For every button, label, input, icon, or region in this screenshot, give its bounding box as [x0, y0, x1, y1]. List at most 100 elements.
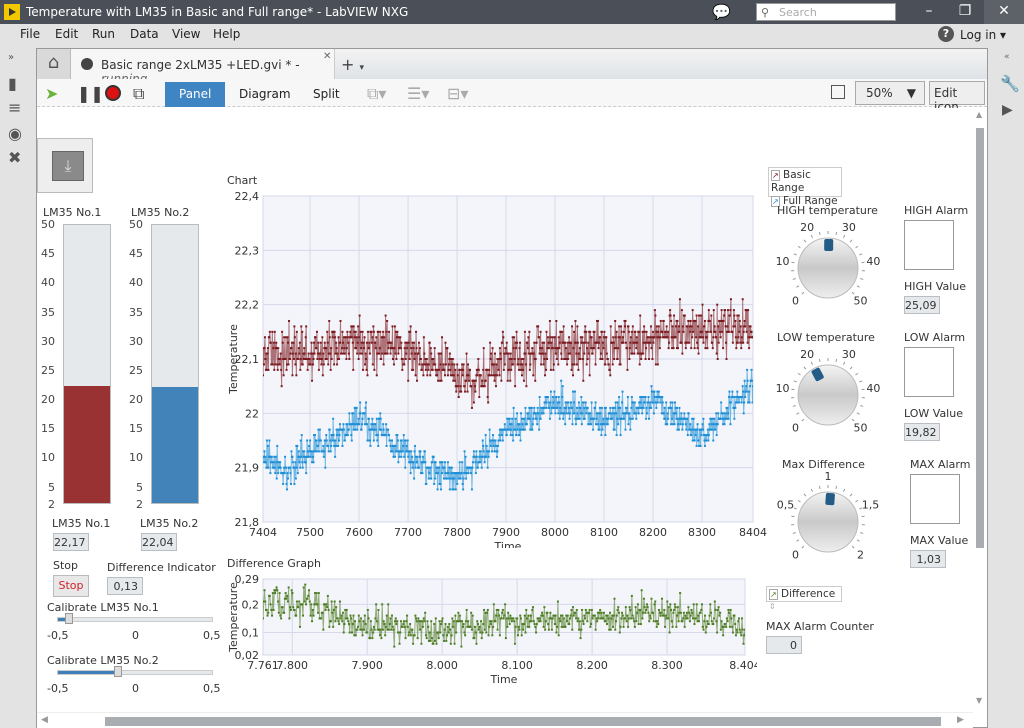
knob-3[interactable]: 00,511,52	[773, 467, 883, 577]
scroll-left-icon[interactable]: ◀	[41, 715, 48, 725]
data-point	[384, 625, 387, 628]
data-point	[615, 347, 618, 350]
menu-file[interactable]: File	[20, 27, 40, 41]
knob-2[interactable]: 01020 304050	[773, 340, 883, 450]
distribute-icon[interactable]: ⊟▾	[447, 84, 468, 103]
data-point	[288, 466, 291, 469]
data-point	[427, 363, 430, 366]
file-icon[interactable]: ▮	[8, 74, 17, 93]
knob-pointer[interactable]	[824, 238, 834, 252]
search-input[interactable]: ⚲ Search	[756, 3, 896, 21]
help-icon[interactable]: ?	[938, 26, 954, 42]
data-point	[628, 347, 631, 350]
vertical-scrollbar[interactable]: ▲ ▼	[973, 108, 987, 712]
collapse-icon[interactable]: «	[1004, 52, 1010, 62]
restore-button[interactable]: ❐	[948, 0, 982, 24]
highlight-execution-button[interactable]: ⧉	[133, 84, 144, 104]
menu-edit[interactable]: Edit	[55, 27, 78, 41]
slider-2-track[interactable]	[57, 670, 213, 675]
data-point	[705, 625, 708, 628]
document-tab[interactable]: Basic range 2xLM35 +LED.gvi * - running …	[71, 49, 335, 86]
data-point	[738, 628, 741, 631]
new-tab-button[interactable]: + ▾	[341, 55, 364, 74]
data-point	[636, 611, 639, 614]
tank-tick-label: 5	[136, 480, 143, 494]
expand-icon[interactable]: »	[8, 52, 14, 63]
data-point	[674, 412, 677, 415]
wrench-icon[interactable]: 🔧	[1000, 74, 1020, 93]
data-point	[279, 461, 282, 464]
data-point	[412, 461, 415, 464]
database-icon[interactable]: ≡	[8, 98, 21, 117]
data-point	[681, 620, 684, 623]
difference-graph[interactable]: 7.7617.8007.9008.0008.1008.2008.3008.404…	[227, 571, 757, 691]
data-point	[369, 637, 372, 640]
login-button[interactable]: Log in ▾	[960, 28, 1006, 42]
knob-body[interactable]	[797, 364, 859, 426]
edit-icon-button[interactable]: Edit icon	[929, 81, 985, 114]
tab-diagram[interactable]: Diagram	[225, 82, 305, 107]
close-button[interactable]: ✕	[984, 0, 1024, 24]
data-point	[510, 358, 513, 360]
knob-tick	[792, 405, 796, 407]
knob-tick	[835, 231, 838, 236]
data-point	[519, 439, 522, 442]
data-point	[274, 455, 277, 458]
scroll-up-icon[interactable]: ▲	[976, 110, 982, 119]
slider-2-thumb[interactable]	[113, 666, 122, 677]
data-point	[336, 617, 339, 620]
feedback-icon[interactable]: 💬	[712, 3, 731, 21]
temperature-chart[interactable]: 7404 7500 7600 7700 7800 7900 8000 8100 8200 8300…	[227, 188, 767, 548]
tab-close-icon[interactable]: ✕	[323, 51, 331, 62]
menu-data[interactable]: Data	[130, 27, 159, 41]
data-point	[523, 614, 526, 617]
data-point	[555, 631, 558, 634]
pause-button[interactable]: ❚❚	[77, 84, 104, 103]
horizontal-scroll-thumb[interactable]	[105, 717, 941, 726]
tab-split[interactable]: Split	[299, 82, 354, 107]
vertical-scroll-thumb[interactable]	[976, 128, 984, 548]
menu-run[interactable]: Run	[92, 27, 115, 41]
data-point	[597, 319, 600, 322]
tools-icon[interactable]: ✖	[8, 148, 21, 167]
slider-1-track[interactable]	[57, 617, 213, 622]
vi-add-icon[interactable]: ▶	[1002, 102, 1013, 118]
arrange-icon[interactable]: ⧉▾	[367, 84, 386, 104]
data-point	[498, 434, 501, 437]
stop-button[interactable]: Stop	[53, 575, 89, 597]
knob-tick	[849, 366, 853, 370]
chart-legend[interactable]: ↗ Basic Range ↗ Full Range	[768, 167, 842, 207]
knob-1[interactable]: 01020 304050	[773, 213, 883, 323]
data-point	[428, 341, 431, 344]
target-icon[interactable]: ◉	[8, 124, 22, 143]
scroll-right-icon[interactable]: ▶	[957, 715, 964, 725]
data-point	[281, 606, 284, 609]
menu-view[interactable]: View	[172, 27, 200, 41]
panel-toggle-icon[interactable]	[831, 85, 845, 99]
difference-legend[interactable]: ↗ Difference ⇕	[766, 586, 842, 611]
minimize-button[interactable]: –	[912, 0, 946, 24]
slider-1-thumb[interactable]	[65, 613, 74, 624]
data-point	[552, 368, 555, 371]
menu-help[interactable]: Help	[213, 27, 240, 41]
home-tab[interactable]: ⌂	[37, 49, 71, 79]
scroll-down-icon[interactable]: ▼	[976, 696, 982, 705]
data-point	[370, 330, 373, 333]
data-point	[539, 330, 542, 333]
data-point	[486, 396, 489, 399]
data-point	[724, 309, 727, 312]
knob-tick-label: 1,5	[862, 498, 880, 511]
tab-panel[interactable]: Panel	[165, 82, 226, 107]
data-point	[334, 455, 337, 458]
abort-button[interactable]	[105, 85, 121, 101]
data-point	[528, 330, 531, 333]
data-point	[480, 466, 483, 469]
horizontal-scrollbar[interactable]: ◀ ▶	[37, 712, 973, 728]
legend-spinner-icon[interactable]: ⇕	[769, 602, 776, 611]
knob-pointer[interactable]	[825, 492, 835, 506]
zoom-select[interactable]: 50% ▼	[855, 81, 925, 105]
run-button[interactable]: ➤	[45, 84, 58, 103]
data-point	[488, 368, 491, 371]
align-icon[interactable]: ☰▾	[407, 84, 429, 103]
data-point	[667, 606, 670, 609]
